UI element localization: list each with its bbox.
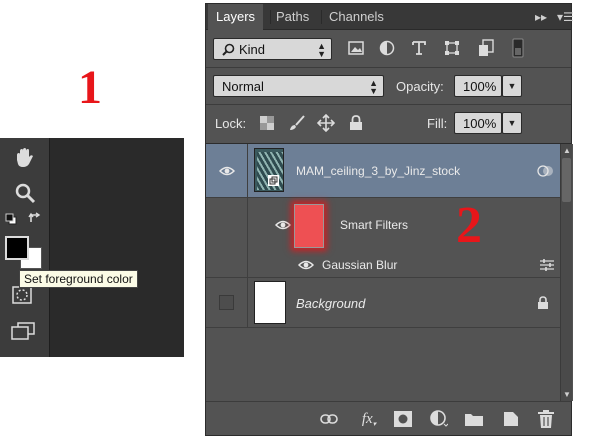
layers-panel: Layers Paths Channels ▸▸ ▾☰ Kind ▲ ▼ Nor…: [205, 3, 574, 436]
filter-blending-options-icon[interactable]: [539, 259, 555, 271]
search-icon: [222, 43, 235, 56]
tab-channels[interactable]: Channels: [321, 4, 392, 30]
stepper-arrows-icon: ▲ ▼: [317, 41, 326, 59]
opacity-label: Opacity:: [396, 79, 444, 94]
fill-input[interactable]: 100%: [454, 112, 502, 134]
layer-name: MAM_ceiling_3_by_Jinz_stock: [296, 164, 461, 178]
eye-icon[interactable]: [275, 219, 291, 231]
eye-icon[interactable]: [298, 259, 314, 271]
hidden-eye-box: [219, 295, 234, 310]
new-group-icon[interactable]: [463, 409, 485, 429]
lock-position-icon[interactable]: [317, 114, 335, 132]
layers-bottom-toolbar: fx ▾: [206, 401, 571, 435]
empty-visibility-column: [206, 252, 248, 277]
callout-number-two: 2: [456, 197, 482, 254]
visibility-toggle[interactable]: [206, 144, 248, 197]
lock-all-icon[interactable]: [347, 114, 365, 132]
swap-colors-icon[interactable]: [28, 211, 42, 228]
smart-filter-indicator-icon[interactable]: [537, 164, 555, 178]
pixel-filter-icon[interactable]: [345, 37, 367, 59]
panel-menu-icon[interactable]: ▾☰: [557, 4, 574, 30]
layer-row-background[interactable]: Background: [206, 278, 560, 328]
divider: [206, 104, 571, 105]
scroll-down-arrow-icon[interactable]: ▼: [563, 390, 571, 399]
fill-dropdown-button[interactable]: ▼: [502, 112, 522, 134]
lock-label: Lock:: [215, 116, 247, 131]
layer-name: Gaussian Blur: [322, 258, 398, 272]
opacity-input[interactable]: 100%: [454, 75, 502, 97]
layer-name: Smart Filters: [340, 218, 409, 232]
blend-mode-value: Normal: [222, 78, 264, 94]
link-layers-icon[interactable]: [318, 409, 340, 429]
tab-layers[interactable]: Layers: [208, 4, 264, 30]
stepper-arrows-icon: ▲ ▼: [369, 78, 378, 96]
quick-mask-icon[interactable]: [12, 286, 32, 307]
delete-layer-icon[interactable]: [535, 409, 557, 429]
tooltip-set-foreground-color: Set foreground color: [19, 270, 138, 288]
tab-paths[interactable]: Paths: [268, 4, 317, 30]
opacity-value: 100%: [463, 78, 497, 94]
mask-fill: [295, 205, 323, 247]
smart-filter-mask-thumbnail[interactable]: [294, 204, 324, 248]
fill-label: Fill:: [427, 116, 448, 131]
adjustment-layer-icon[interactable]: [428, 409, 450, 429]
callout-number-one: 1: [78, 61, 102, 114]
fill-value: 100%: [463, 115, 497, 131]
shape-filter-icon[interactable]: [441, 37, 463, 59]
zoom-icon[interactable]: [14, 182, 36, 207]
layer-thumbnail: [254, 281, 286, 324]
layer-name: Background: [296, 296, 366, 311]
lock-transparent-icon[interactable]: [258, 114, 276, 132]
eye-icon: [219, 166, 235, 176]
scroll-up-arrow-icon[interactable]: ▲: [563, 146, 571, 155]
screen-mode-icon[interactable]: [11, 322, 35, 343]
type-filter-icon[interactable]: [408, 37, 430, 59]
filter-kind-select[interactable]: Kind ▲ ▼: [213, 38, 332, 60]
new-layer-icon[interactable]: [500, 409, 522, 429]
default-colors-icon[interactable]: [5, 213, 17, 228]
layer-row-smart-filters[interactable]: Smart Filters: [206, 198, 560, 252]
add-mask-icon[interactable]: [392, 409, 414, 429]
lock-pixels-icon[interactable]: [288, 114, 306, 132]
dropdown-arrow-icon: ▾: [372, 420, 377, 428]
smart-object-filter-icon[interactable]: [475, 37, 497, 59]
filter-kind-label: Kind: [239, 41, 266, 57]
lock-icon: [538, 296, 548, 309]
tools-panel: [0, 138, 184, 357]
layers-scrollbar[interactable]: ▲ ▼: [560, 144, 572, 401]
divider: [206, 67, 571, 68]
layer-thumbnail: [254, 148, 284, 192]
hand-icon[interactable]: [13, 148, 37, 171]
adjustment-filter-icon[interactable]: [376, 37, 398, 59]
filter-toggle-icon[interactable]: [507, 37, 529, 59]
smart-object-badge-icon: [268, 175, 279, 186]
fx-label: fx: [361, 410, 373, 427]
collapse-icon[interactable]: ▸▸: [535, 4, 547, 30]
layer-list: MAM_ceiling_3_by_Jinz_stock Smart Filter…: [206, 144, 573, 401]
layer-row-gaussian-blur[interactable]: Gaussian Blur: [206, 252, 560, 278]
visibility-toggle[interactable]: [206, 278, 248, 327]
blend-mode-select[interactable]: Normal ▲ ▼: [213, 75, 384, 97]
panel-tab-bar: Layers Paths Channels ▸▸ ▾☰: [206, 4, 574, 30]
fx-icon[interactable]: fx ▾: [358, 409, 380, 429]
scroll-thumb[interactable]: [562, 158, 571, 202]
opacity-dropdown-button[interactable]: ▼: [502, 75, 522, 97]
layer-row-smart-object[interactable]: MAM_ceiling_3_by_Jinz_stock: [206, 144, 560, 198]
foreground-swatch[interactable]: [5, 236, 29, 260]
empty-visibility-column: [206, 198, 248, 252]
